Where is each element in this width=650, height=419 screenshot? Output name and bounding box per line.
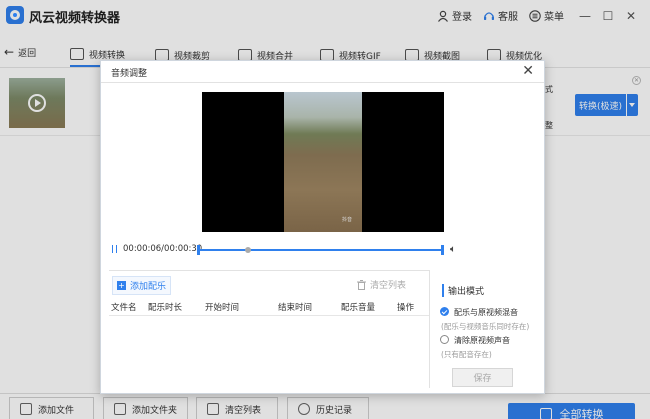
col-file-name: 文件名 — [111, 303, 137, 313]
close-icon[interactable]: ✕ — [522, 63, 534, 79]
save-button[interactable]: 保存 — [452, 368, 513, 387]
pause-icon[interactable] — [112, 245, 117, 253]
trim-end-handle[interactable] — [441, 245, 444, 255]
trim-start-handle[interactable] — [197, 245, 200, 255]
trash-icon — [357, 279, 366, 290]
clear-music-list-label: 清空列表 — [370, 281, 407, 291]
video-frame — [284, 92, 362, 232]
audio-adjust-dialog: 音频调整 ✕ 抖音 00:00:06/00:00:30 🔈︎ + 添加配乐 清空… — [100, 60, 545, 394]
remove-original-audio-note: (只有配音存在) — [441, 350, 492, 359]
progress-track[interactable] — [200, 249, 442, 251]
video-preview[interactable]: 抖音 — [202, 92, 444, 232]
col-start-time: 开始时间 — [205, 303, 240, 313]
clear-music-list-button[interactable]: 清空列表 — [357, 278, 406, 291]
col-music-volume: 配乐音量 — [341, 303, 376, 313]
col-music-duration: 配乐时长 — [148, 303, 183, 313]
remove-original-audio-radio[interactable] — [440, 335, 449, 344]
music-list-pane: + 添加配乐 清空列表 文件名 配乐时长 开始时间 结束时间 配乐音量 操作 — [109, 270, 429, 388]
add-music-button[interactable]: + 添加配乐 — [112, 276, 172, 295]
music-table-header: 文件名 配乐时长 开始时间 结束时间 配乐音量 操作 — [109, 300, 429, 316]
mix-audio-label[interactable]: 配乐与原视频混音 — [454, 307, 518, 318]
dialog-header: 音频调整 ✕ — [101, 61, 544, 83]
mix-audio-radio[interactable] — [440, 307, 449, 316]
output-mode-title: 输出模式 — [442, 284, 484, 297]
remove-original-audio-label[interactable]: 清除原视频声音 — [454, 335, 510, 346]
plus-icon: + — [117, 281, 126, 290]
col-action: 操作 — [397, 303, 415, 313]
dialog-title: 音频调整 — [111, 69, 148, 79]
playback-time: 00:00:06/00:00:30 — [123, 244, 203, 254]
output-mode-pane: 输出模式 配乐与原视频混音 (配乐与视频音乐同时存在) 清除原视频声音 (只有配… — [433, 270, 543, 388]
col-end-time: 结束时间 — [278, 303, 313, 313]
volume-icon[interactable]: 🔈︎ — [450, 244, 456, 255]
video-watermark: 抖音 — [342, 217, 353, 223]
mix-audio-note: (配乐与视频音乐同时存在) — [441, 322, 530, 331]
add-music-label: 添加配乐 — [130, 282, 167, 292]
pane-divider — [429, 270, 430, 388]
playhead-knob[interactable] — [245, 247, 252, 253]
